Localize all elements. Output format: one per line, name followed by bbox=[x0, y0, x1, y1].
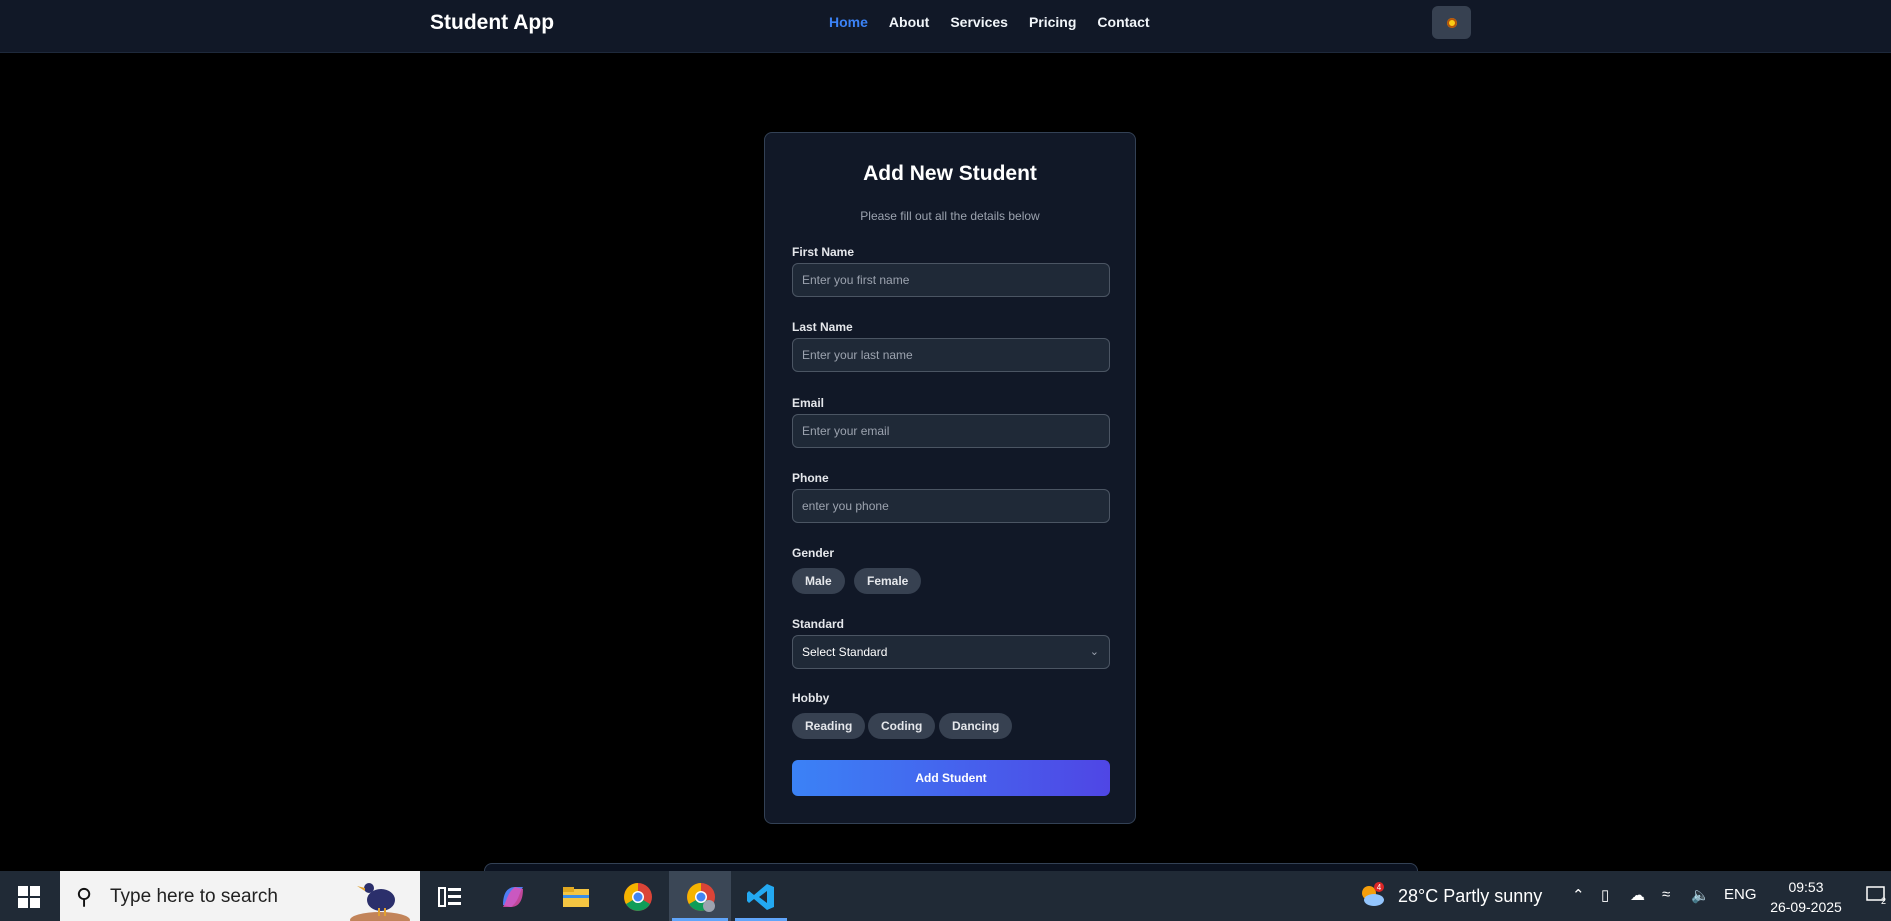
theme-toggle-button[interactable] bbox=[1432, 6, 1471, 39]
windows-taskbar: ⚲ Type here to search 4 28°C Partly sunn… bbox=[0, 871, 1891, 921]
search-highlight-bird-icon bbox=[350, 883, 410, 921]
notification-count: 2 bbox=[1881, 896, 1886, 906]
add-student-button[interactable]: Add Student bbox=[792, 760, 1110, 796]
battery-icon[interactable]: ▯ bbox=[1601, 886, 1609, 904]
phone-input[interactable] bbox=[792, 489, 1110, 523]
hobby-label: Hobby bbox=[792, 691, 830, 705]
partly-sunny-weather-icon[interactable]: 4 bbox=[1358, 881, 1386, 909]
hobby-option-coding[interactable]: Coding bbox=[868, 713, 936, 739]
weather-badge: 4 bbox=[1377, 883, 1382, 892]
form-title: Add New Student bbox=[863, 162, 1037, 185]
nav-links: Home About Services Pricing Contact bbox=[829, 14, 1171, 30]
last-name-input[interactable] bbox=[792, 338, 1110, 372]
nav-link-services[interactable]: Services bbox=[950, 14, 1008, 30]
cloud-offline-icon[interactable]: ☁ bbox=[1630, 886, 1645, 904]
search-icon: ⚲ bbox=[76, 884, 93, 909]
volume-icon[interactable]: 🔈 bbox=[1691, 886, 1710, 904]
weather-text[interactable]: 28°C Partly sunny bbox=[1398, 886, 1542, 907]
chrome-icon[interactable] bbox=[622, 881, 654, 913]
top-navbar: Student App Home About Services Pricing … bbox=[0, 0, 1891, 53]
clock-time: 09:53 bbox=[1788, 879, 1824, 895]
email-label: Email bbox=[792, 396, 825, 410]
form-subtitle: Please fill out all the details below bbox=[860, 209, 1040, 223]
copilot-icon[interactable] bbox=[497, 881, 529, 913]
nav-link-home[interactable]: Home bbox=[829, 14, 868, 30]
first-name-label: First Name bbox=[792, 245, 855, 259]
first-name-input[interactable] bbox=[792, 263, 1110, 297]
hobby-option-dancing[interactable]: Dancing bbox=[939, 713, 1013, 739]
gender-option-female[interactable]: Female bbox=[854, 568, 922, 594]
nav-link-contact[interactable]: Contact bbox=[1097, 14, 1149, 30]
wifi-icon[interactable]: ≈ bbox=[1662, 886, 1670, 903]
standard-label: Standard bbox=[792, 617, 845, 631]
taskbar-clock[interactable]: 09:53 26-09-2025 bbox=[1768, 877, 1844, 917]
standard-selected-value: Select Standard bbox=[802, 645, 888, 659]
task-view-icon[interactable] bbox=[434, 881, 466, 913]
vscode-icon[interactable] bbox=[745, 881, 777, 913]
chrome-profile-icon[interactable] bbox=[685, 881, 717, 913]
clock-date: 26-09-2025 bbox=[1770, 899, 1842, 915]
taskbar-search-box[interactable]: ⚲ Type here to search bbox=[60, 871, 420, 921]
sun-icon bbox=[1446, 17, 1457, 28]
gender-label: Gender bbox=[792, 546, 835, 560]
notification-icon[interactable]: 2 bbox=[1865, 884, 1887, 906]
add-student-card: Add New Student Please fill out all the … bbox=[764, 132, 1136, 824]
email-input[interactable] bbox=[792, 414, 1110, 448]
nav-link-about[interactable]: About bbox=[889, 14, 929, 30]
brand-logo[interactable]: Student App bbox=[430, 11, 554, 35]
show-hidden-icons-chevron-icon[interactable]: ⌃ bbox=[1572, 886, 1585, 904]
gender-option-male[interactable]: Male bbox=[792, 568, 845, 594]
last-name-label: Last Name bbox=[792, 320, 853, 334]
hobby-option-reading[interactable]: Reading bbox=[792, 713, 866, 739]
nav-link-pricing[interactable]: Pricing bbox=[1029, 14, 1076, 30]
file-explorer-icon[interactable] bbox=[560, 881, 592, 913]
phone-label: Phone bbox=[792, 471, 829, 485]
standard-select[interactable]: Select Standard ⌄ bbox=[792, 635, 1110, 669]
chevron-down-icon: ⌄ bbox=[1089, 646, 1099, 658]
taskbar-search-placeholder: Type here to search bbox=[110, 886, 278, 907]
windows-start-icon[interactable] bbox=[18, 886, 40, 908]
language-indicator[interactable]: ENG bbox=[1724, 886, 1757, 903]
